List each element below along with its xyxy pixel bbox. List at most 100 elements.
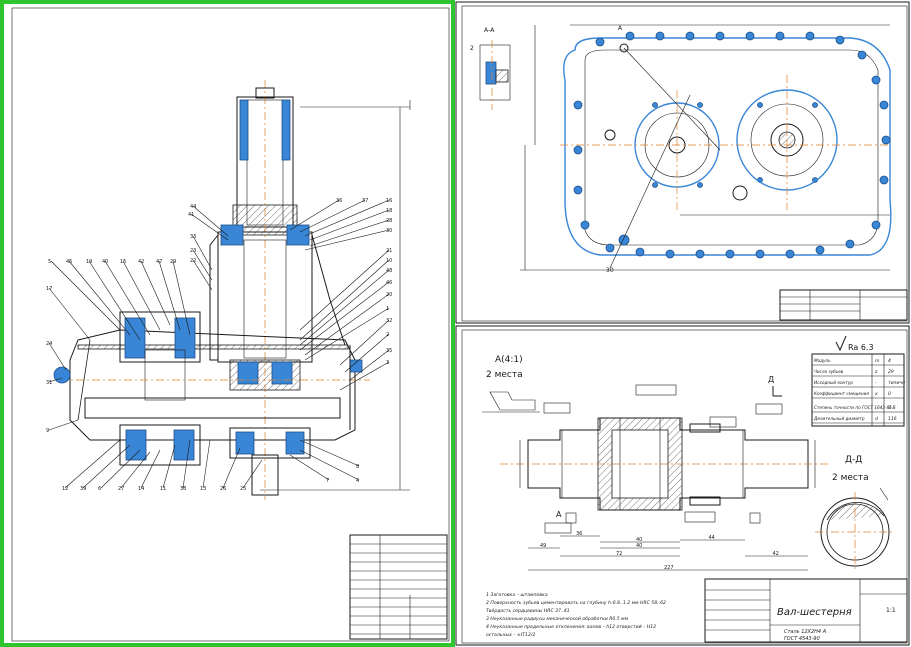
bolt-hole [605,243,615,253]
dim-top: 36 [576,531,582,537]
balloon-6: 6 [98,486,101,492]
title-block-sheet1 [349,534,448,640]
balloon-30: 30 [386,228,392,234]
param-name: Число зубьев [814,369,844,374]
dim-top: 40 [636,537,642,543]
bolt-hole [879,100,889,110]
balloon-45: 45 [66,259,72,265]
bolt-hole [665,249,675,259]
balloon-10: 10 [386,258,392,264]
balloon-17: 17 [46,286,52,292]
balloon-27: 27 [118,486,124,492]
detail-places: 2 места [486,370,523,380]
balloon-28: 28 [386,218,392,224]
bolt-hole [805,31,815,41]
drawing-canvas: 44413323225 45 19 40 15 42 47 29172431912 39 6 27 1… [0,0,910,647]
bolt-hole [655,31,665,41]
section-label-aa: А-А [484,27,495,34]
balloon-39: 39 [80,486,86,492]
param-value: типичн [888,381,905,386]
bolt-hole [785,249,795,259]
section-places: 2 места [832,473,869,483]
param-symbol: z [874,370,878,375]
datum-mark: А [556,510,562,519]
bolt-hole [815,245,825,255]
balloon-12: 12 [62,486,68,492]
balloon-40: 40 [102,259,108,265]
bolt-hole [580,220,590,230]
balloon-47: 47 [156,259,162,265]
section-title: Д-Д [845,455,862,465]
bolt-hole [573,100,583,110]
bolt-hole [695,249,705,259]
title-block-sheet2 [779,289,908,321]
sheet-scale: 1:1 [886,607,896,614]
balloon-5: 5 [48,259,51,265]
balloon-13: 13 [200,486,206,492]
param-name: Исходный контур [814,380,853,385]
note-line: 4 Неуказанные предельные отклонения: вал… [486,624,656,630]
param-symbol: d [875,416,878,422]
balloon-48: 48 [386,268,392,274]
bolt-hole [845,239,855,249]
param-value: 7-В [888,405,896,411]
material-standard: ГОСТ 4543-90 [784,636,820,642]
dimensions-bottom: 49 72 40 42 227 [528,543,808,571]
technical-notes: 1 Заготовка – штамповка 2 Поверхность зуб… [486,592,666,638]
balloon-1: 1 [386,306,389,312]
bolt-hole [871,75,881,85]
param-symbol: - [875,381,877,386]
note-line: 3 Неуказанные радиусы механической обраб… [486,616,629,622]
param-value: 4 [888,358,891,364]
dim-bottom: 49 [540,543,546,549]
note-line: 2 Поверхность зубьев цементировать на гл… [486,600,666,606]
bolt-hole [857,50,867,60]
balloon-7: 7 [326,478,329,484]
bolt-hole [725,249,735,259]
balloon-11: 11 [160,486,166,492]
bolt-hole [573,145,583,155]
bolt-hole [635,247,645,257]
param-name: Степень точности по ГОСТ 1643-81 [814,405,892,410]
bolt-hole [697,182,703,188]
bolt-hole [835,35,845,45]
bolt-hole [652,182,658,188]
shaft-drawing [500,417,830,511]
balloon-33: 33 [190,234,196,240]
balloon-16: 16 [386,198,392,204]
sheet-assembly: 44413323225 45 19 40 15 42 47 29172431912 39 6 27 1… [0,0,455,647]
note-line: 1 Заготовка – штамповка [486,592,548,598]
bolt-hole [755,249,765,259]
balloon-44: 44 [190,204,196,210]
balloon-41: 41 [188,212,194,218]
dim-bottom: 72 [616,551,622,557]
cut-mark-top: А [618,25,623,32]
title-block-sheet3: Вал-шестерня Сталь 12Х2Н4 А ГОСТ 4543-90… [704,578,908,643]
part-title: Вал-шестерня [777,607,852,618]
balloon-14: 14 [138,486,144,492]
balloon-9: 9 [46,428,49,434]
bolt-hole [881,135,891,145]
bolt-hole [775,31,785,41]
balloon-2: 2 [386,332,389,338]
balloon-32: 32 [386,318,392,324]
bolt-hole [652,102,658,108]
param-name: Модуль [814,358,831,363]
dimensions-top: 36 40 44 [560,531,745,543]
balloon-2: 2 [470,45,474,52]
note-line: остальных – ±IT12/2 [486,632,535,638]
note-line: Твёрдость сердцевины HRC 37..41 [486,608,570,614]
param-value: 29 [888,369,894,375]
balloon-31: 31 [46,380,52,386]
dim-bottom: 42 [773,551,779,557]
dim-bottom: 227 [664,565,674,571]
bolt-hole [625,31,635,41]
balloon-21: 21 [386,248,392,254]
balloon-3: 3 [386,360,389,366]
balloon-38: 38 [180,486,186,492]
balloon-19: 19 [86,259,92,265]
bolt-hole [745,31,755,41]
bolt-hole [595,37,605,47]
param-name: Коэффициент смещения [814,391,869,396]
balloon-25: 25 [240,486,246,492]
